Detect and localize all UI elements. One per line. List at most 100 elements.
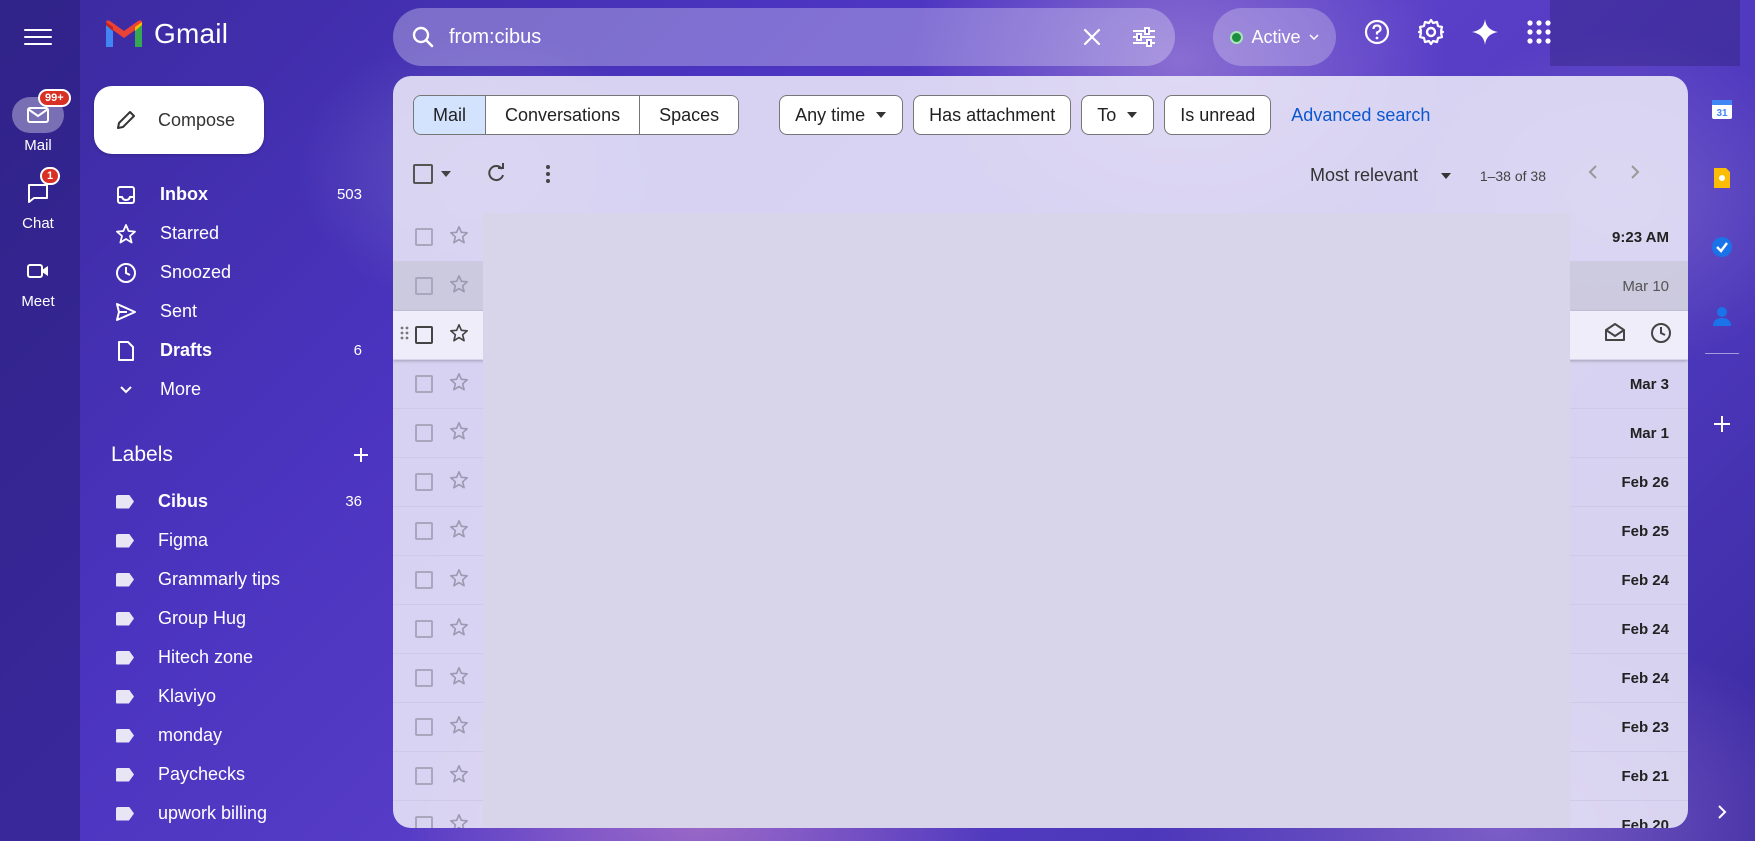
row-checkbox[interactable] <box>415 522 433 540</box>
labels-list: Cibus 36 Figma Grammarly tips Group Hug H… <box>84 482 374 833</box>
segment-spaces[interactable]: Spaces <box>640 96 739 134</box>
rail-chat-label: Chat <box>22 215 54 232</box>
add-addon-icon[interactable] <box>1709 411 1735 437</box>
email-date: Mar 10 <box>1622 277 1669 295</box>
drag-handle-icon[interactable] <box>400 325 410 346</box>
advanced-search-link[interactable]: Advanced search <box>1291 105 1430 126</box>
star-icon[interactable] <box>449 274 469 299</box>
main-menu-icon[interactable] <box>24 24 52 48</box>
star-icon[interactable] <box>449 323 469 348</box>
email-date: Feb 25 <box>1621 522 1669 540</box>
search-icon[interactable] <box>411 25 435 49</box>
chip-label: Any time <box>795 104 866 125</box>
nav-item-starred[interactable]: Starred <box>84 214 374 253</box>
select-menu-caret-icon[interactable] <box>441 171 451 177</box>
mail-nav: Inbox 503 Starred Snoozed Sent Drafts 6 … <box>84 175 374 409</box>
rail-mail[interactable]: 99+ Mail <box>0 89 76 154</box>
label-item-figma[interactable]: Figma <box>84 521 374 560</box>
search-input[interactable]: from:cibus <box>449 26 1065 49</box>
refresh-icon[interactable] <box>485 163 507 185</box>
video-icon <box>12 253 64 289</box>
compose-button[interactable]: Compose <box>94 86 264 154</box>
star-icon[interactable] <box>449 421 469 446</box>
has-attachment-chip[interactable]: Has attachment <box>913 95 1072 135</box>
search-options-icon[interactable] <box>1131 26 1157 48</box>
status-dropdown[interactable]: Active <box>1213 8 1336 66</box>
nav-count: 6 <box>353 342 362 359</box>
star-icon[interactable] <box>449 519 469 544</box>
label-item-klaviyo[interactable]: Klaviyo <box>84 677 374 716</box>
row-checkbox[interactable] <box>415 718 433 736</box>
rail-meet[interactable]: Meet <box>0 253 76 310</box>
nav-item-snoozed[interactable]: Snoozed <box>84 253 374 292</box>
nav-item-drafts[interactable]: Drafts 6 <box>84 331 374 370</box>
label-tag-icon <box>116 572 134 587</box>
clear-search-icon[interactable] <box>1081 26 1103 48</box>
row-checkbox[interactable] <box>415 571 433 589</box>
calendar-icon[interactable]: 31 <box>1709 96 1735 122</box>
apps-grid-icon[interactable] <box>1525 18 1553 46</box>
segment-mail[interactable]: Mail <box>414 96 487 134</box>
star-icon[interactable] <box>449 813 469 828</box>
row-checkbox[interactable] <box>415 767 433 785</box>
nav-item-inbox[interactable]: Inbox 503 <box>84 175 374 214</box>
label-item-hitech[interactable]: Hitech zone <box>84 638 374 677</box>
label-item-monday[interactable]: monday <box>84 716 374 755</box>
row-checkbox[interactable] <box>415 620 433 638</box>
row-checkbox[interactable] <box>415 816 433 828</box>
star-icon[interactable] <box>449 372 469 397</box>
nav-item-more[interactable]: More <box>84 370 374 409</box>
status-dot <box>1230 30 1244 44</box>
star-icon[interactable] <box>449 225 469 250</box>
segment-conversations[interactable]: Conversations <box>486 96 641 134</box>
is-unread-chip[interactable]: Is unread <box>1164 95 1272 135</box>
label-tag-icon <box>116 689 134 704</box>
search-bar[interactable]: from:cibus <box>393 8 1175 66</box>
nav-label: Starred <box>160 223 220 243</box>
select-all-checkbox[interactable] <box>413 164 433 184</box>
row-checkbox[interactable] <box>415 228 433 246</box>
star-icon[interactable] <box>449 568 469 593</box>
label-item-upwork[interactable]: upwork billing <box>84 794 374 833</box>
sort-dropdown[interactable]: Most relevant <box>1310 165 1452 186</box>
label-item-group-hug[interactable]: Group Hug <box>84 599 374 638</box>
any-time-chip[interactable]: Any time <box>779 95 904 135</box>
row-checkbox[interactable] <box>415 277 433 295</box>
label-name: Figma <box>158 530 209 550</box>
settings-gear-icon[interactable] <box>1417 18 1445 46</box>
previous-page-icon[interactable] <box>1588 164 1598 180</box>
help-icon[interactable] <box>1363 18 1391 46</box>
star-icon[interactable] <box>449 470 469 495</box>
star-icon[interactable] <box>449 666 469 691</box>
row-checkbox[interactable] <box>415 326 433 344</box>
label-tag-icon <box>116 806 134 821</box>
row-checkbox[interactable] <box>415 375 433 393</box>
row-checkbox[interactable] <box>415 669 433 687</box>
label-item-cibus[interactable]: Cibus 36 <box>84 482 374 521</box>
row-checkbox[interactable] <box>415 473 433 491</box>
keep-icon[interactable] <box>1709 165 1735 191</box>
labels-header: Labels <box>111 443 371 467</box>
snooze-icon[interactable] <box>1650 322 1672 349</box>
tasks-icon[interactable] <box>1709 234 1735 260</box>
to-chip[interactable]: To <box>1081 95 1155 135</box>
more-options-icon[interactable] <box>545 164 551 184</box>
next-page-icon[interactable] <box>1630 164 1640 180</box>
add-label-icon[interactable] <box>351 445 371 465</box>
gmail-logo[interactable]: Gmail <box>104 18 228 50</box>
caret-down-icon <box>876 112 887 118</box>
nav-item-sent[interactable]: Sent <box>84 292 374 331</box>
expand-panel-icon[interactable] <box>1709 799 1735 825</box>
gemini-sparkle-icon[interactable] <box>1471 18 1499 46</box>
label-item-paychecks[interactable]: Paychecks <box>84 755 374 794</box>
star-icon[interactable] <box>449 617 469 642</box>
rail-chat[interactable]: 1 Chat <box>0 167 76 232</box>
star-icon[interactable] <box>449 715 469 740</box>
mark-as-read-icon[interactable] <box>1604 322 1626 349</box>
row-checkbox[interactable] <box>415 424 433 442</box>
label-item-grammarly[interactable]: Grammarly tips <box>84 560 374 599</box>
email-date: Feb 24 <box>1621 571 1669 589</box>
label-tag-icon <box>116 494 134 509</box>
star-icon[interactable] <box>449 764 469 789</box>
contacts-icon[interactable] <box>1709 303 1735 329</box>
